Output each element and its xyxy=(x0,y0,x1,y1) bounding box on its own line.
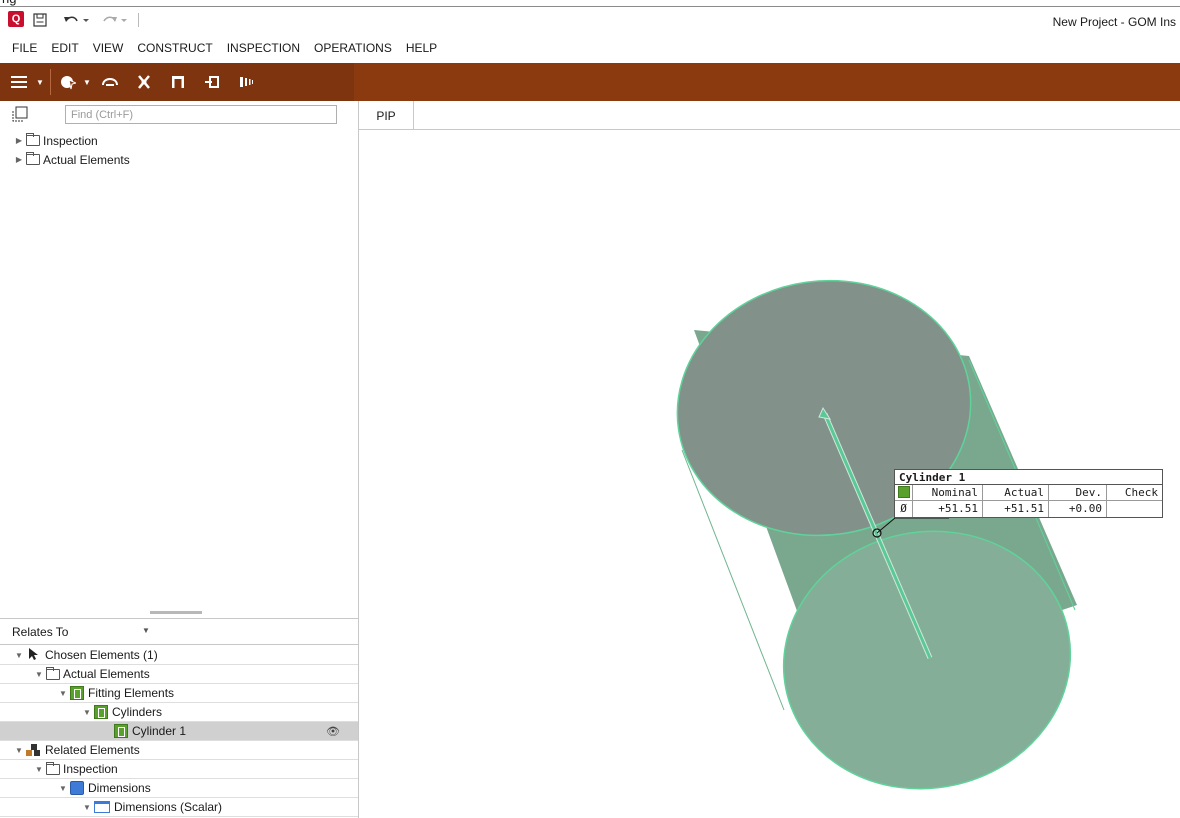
folder-icon xyxy=(26,133,40,146)
menu-file[interactable]: FILE xyxy=(12,41,37,55)
collapse-arrow-icon[interactable]: ▼ xyxy=(34,670,44,679)
label-header-actual: Actual xyxy=(983,485,1049,500)
cylinder-element-icon xyxy=(114,724,128,738)
menu-help[interactable]: HELP xyxy=(406,41,437,55)
explorer-panel: ▶ Inspection ▶ Actual Elements Relates T… xyxy=(0,101,359,818)
tree-item-label: Actual Elements xyxy=(63,667,150,681)
app-logo-icon[interactable]: Q xyxy=(8,11,24,27)
label-value-actual: +51.51 xyxy=(983,501,1049,517)
collapse-arrow-icon[interactable]: ▼ xyxy=(34,765,44,774)
tree-item-actual-elements[interactable]: ▶ Actual Elements xyxy=(0,150,358,169)
hamburger-dropdown-icon[interactable]: ▼ xyxy=(34,78,46,87)
viewport-tab-bar: PIP xyxy=(359,101,1180,130)
menu-view[interactable]: VIEW xyxy=(93,41,124,55)
relation-related-elements[interactable]: ▼ Related Elements xyxy=(0,741,358,760)
explorer-search-input[interactable] xyxy=(65,105,337,124)
label-header-check: Check xyxy=(1124,486,1158,499)
fit-cylinder-icon[interactable] xyxy=(93,63,127,101)
alignment-icon[interactable] xyxy=(127,63,161,101)
tree-item-inspection[interactable]: ▶ Inspection xyxy=(0,131,358,150)
collapse-arrow-icon[interactable]: ▼ xyxy=(58,689,68,698)
construct-dropdown-icon[interactable]: ▼ xyxy=(81,78,93,87)
chevron-down-icon[interactable]: ▼ xyxy=(142,626,150,635)
label-value-dev: +0.00 xyxy=(1049,501,1107,517)
section-icon[interactable] xyxy=(161,63,195,101)
tree-item-label: Fitting Elements xyxy=(88,686,175,700)
tree-item-label: Actual Elements xyxy=(43,152,130,167)
collapse-arrow-icon[interactable]: ▼ xyxy=(82,803,92,812)
tab-pip[interactable]: PIP xyxy=(359,101,414,130)
undo-icon[interactable] xyxy=(62,11,92,29)
label-value-check xyxy=(1107,501,1162,517)
save-icon[interactable] xyxy=(32,11,48,29)
diameter-symbol: Ø xyxy=(895,501,913,517)
tree-item-label: Dimensions (Scalar) xyxy=(114,800,223,814)
inspection-check-icon[interactable] xyxy=(195,63,229,101)
label-header-dev: Dev. xyxy=(1049,485,1107,500)
folder-icon xyxy=(46,761,60,775)
relation-dimensions[interactable]: ▼ Dimensions xyxy=(0,779,358,798)
label-status-cell xyxy=(895,485,913,500)
pointer-icon xyxy=(28,647,40,664)
relation-inspection[interactable]: ▼ Inspection xyxy=(0,760,358,779)
toolbar-divider xyxy=(50,69,51,95)
menu-bar: FILE EDIT VIEW CONSTRUCT INSPECTION OPER… xyxy=(0,35,1180,61)
relation-fitting-elements[interactable]: ▼ Fitting Elements xyxy=(0,684,358,703)
tree-item-label: Cylinder 1 xyxy=(132,724,187,738)
relation-chosen-elements[interactable]: ▼ Chosen Elements (1) xyxy=(0,646,358,665)
toolbar-tools: ▼ ▼ xyxy=(0,63,354,101)
redo-icon[interactable] xyxy=(100,11,130,29)
quick-access-separator xyxy=(138,13,139,27)
collapse-arrow-icon[interactable]: ▼ xyxy=(82,708,92,717)
hamburger-menu-icon[interactable] xyxy=(4,63,34,101)
relation-actual-elements[interactable]: ▼ Actual Elements xyxy=(0,665,358,684)
menu-inspection[interactable]: INSPECTION xyxy=(227,41,300,55)
cylinders-icon xyxy=(94,705,108,719)
status-green-icon xyxy=(897,486,910,498)
dimensions-icon xyxy=(70,781,84,795)
construct-element-icon[interactable] xyxy=(55,63,81,101)
label-header-row: Nominal Actual Dev. Check xyxy=(895,485,1162,501)
collapse-arrow-icon[interactable]: ▼ xyxy=(14,651,24,660)
label-value-row: Ø +51.51 +51.51 +0.00 xyxy=(895,501,1162,517)
tree-item-label: Dimensions xyxy=(88,781,151,795)
inspection-label[interactable]: Cylinder 1 Nominal Actual Dev. Check Ø +… xyxy=(894,469,1163,518)
fitting-elements-icon xyxy=(70,686,84,700)
dimensions-scalar-icon xyxy=(94,801,110,813)
window-title: New Project - GOM Ins xyxy=(1052,15,1176,29)
title-bar: Q New Project - GOM Ins xyxy=(0,7,1180,35)
relation-cylinders[interactable]: ▼ Cylinders xyxy=(0,703,358,722)
relates-to-dropdown[interactable]: Relates To ▼ xyxy=(0,619,358,645)
expand-arrow-icon[interactable]: ▶ xyxy=(14,155,24,164)
explorer-tree: ▶ Inspection ▶ Actual Elements xyxy=(0,131,358,169)
tree-item-label: Related Elements xyxy=(45,743,140,757)
panel-splitter-handle[interactable] xyxy=(0,605,358,619)
menu-construct[interactable]: CONSTRUCT xyxy=(137,41,212,55)
visibility-eye-icon[interactable]: 👁 xyxy=(326,725,340,738)
folder-icon xyxy=(46,666,60,680)
tree-item-label: Chosen Elements (1) xyxy=(45,648,158,662)
relation-cylinder-1[interactable]: Cylinder 1 👁 xyxy=(0,722,358,741)
collapse-arrow-icon[interactable]: ▼ xyxy=(58,784,68,793)
tree-item-label: Inspection xyxy=(63,762,118,776)
related-elements-icon xyxy=(26,744,42,756)
relates-to-label: Relates To xyxy=(12,624,69,639)
explorer-search-row xyxy=(0,101,359,131)
tree-item-label: Inspection xyxy=(43,133,98,148)
expand-arrow-icon[interactable]: ▶ xyxy=(14,136,24,145)
tree-item-label: Cylinders xyxy=(112,705,163,719)
main-toolbar: ▼ ▼ xyxy=(0,63,1180,101)
report-icon[interactable] xyxy=(229,63,263,101)
label-header-nominal: Nominal xyxy=(913,485,983,500)
collapse-arrow-icon[interactable]: ▼ xyxy=(14,746,24,755)
explorer-layout-icon[interactable] xyxy=(12,106,28,122)
menu-edit[interactable]: EDIT xyxy=(51,41,78,55)
label-value-nominal: +51.51 xyxy=(913,501,983,517)
label-title: Cylinder 1 xyxy=(895,470,1162,485)
folder-icon xyxy=(26,152,40,165)
menu-operations[interactable]: OPERATIONS xyxy=(314,41,392,55)
relation-dimensions-scalar[interactable]: ▼ Dimensions (Scalar) xyxy=(0,798,358,817)
relations-tree: ▼ Chosen Elements (1) ▼ Actual Elements … xyxy=(0,646,358,817)
